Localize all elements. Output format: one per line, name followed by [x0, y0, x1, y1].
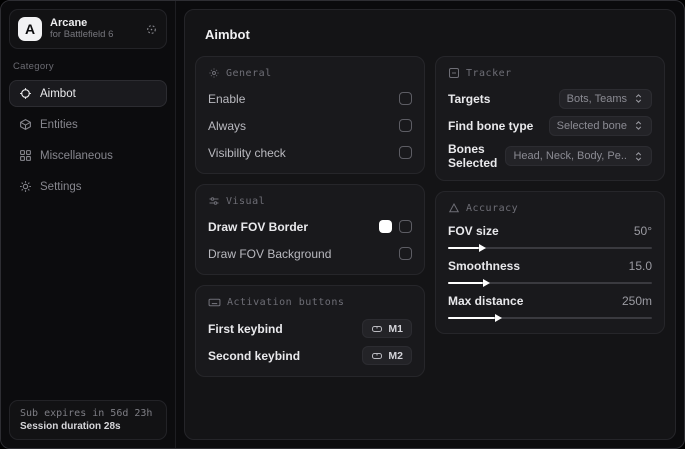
setting-row-enable: Enable — [208, 88, 412, 109]
subscription-card: Sub expires in 56d 23h Session duration … — [9, 400, 167, 440]
sidebar-item-entities[interactable]: Entities — [9, 111, 167, 138]
setting-row-fov-background: Draw FOV Background — [208, 243, 412, 264]
setting-row-second-keybind: Second keybind M2 — [208, 345, 412, 366]
setting-label: Draw FOV Background — [208, 246, 332, 261]
chevrons-up-down-icon — [633, 120, 644, 131]
setting-label: Visibility check — [208, 145, 286, 160]
page-title: Aimbot — [205, 27, 250, 42]
keybind-value: M2 — [388, 349, 403, 362]
app-subtitle: for Battlefield 6 — [50, 28, 114, 40]
find-bone-type-select[interactable]: Selected bone — [548, 115, 652, 136]
fov-background-checkbox[interactable] — [399, 247, 412, 260]
select-value: Bots, Teams — [566, 92, 627, 105]
setting-label: First keybind — [208, 321, 283, 336]
setting-label: Second keybind — [208, 348, 301, 363]
triangle-icon — [448, 202, 460, 214]
second-keybind-button[interactable]: M2 — [362, 346, 412, 365]
entities-icon — [19, 118, 32, 131]
sliders-icon — [208, 195, 220, 207]
accuracy-header: Accuracy — [466, 202, 519, 214]
activation-card: Activation buttons First keybind M1 Seco… — [195, 285, 425, 377]
visual-card: Visual Draw FOV Border Draw FOV Backgrou… — [195, 184, 425, 275]
app-logo: A — [18, 17, 42, 41]
grid-icon — [19, 149, 32, 162]
visual-header: Visual — [226, 195, 266, 207]
sub-expiry-text: Sub expires in 56d 23h — [20, 408, 153, 419]
general-header: General — [226, 67, 272, 79]
setting-label: Bones Selected — [448, 142, 498, 170]
sync-icon[interactable] — [145, 23, 158, 36]
targets-select[interactable]: Bots, Teams — [558, 88, 652, 109]
first-keybind-button[interactable]: M1 — [362, 319, 412, 338]
category-label: Category — [13, 61, 54, 72]
setting-row-always: Always — [208, 115, 412, 136]
always-checkbox[interactable] — [399, 119, 412, 132]
sidebar-item-miscellaneous[interactable]: Miscellaneous — [9, 142, 167, 169]
slider-thumb[interactable] — [494, 314, 502, 322]
main-panel: Aimbot General Enable Always Visibility … — [184, 9, 676, 440]
tracker-header: Tracker — [466, 67, 512, 79]
left-column: General Enable Always Visibility check V… — [195, 56, 425, 377]
app-window: A Arcane for Battlefield 6 Category Aimb… — [0, 0, 685, 449]
keybind-value: M1 — [388, 322, 403, 335]
session-duration-text: Session duration 28s — [20, 421, 121, 432]
accuracy-card: Accuracy FOV size 50° Smoothness 15.0 Ma… — [435, 191, 665, 334]
smoothness-slider[interactable] — [448, 279, 652, 287]
sidebar-item-label: Miscellaneous — [40, 149, 113, 162]
activation-header: Activation buttons — [227, 297, 345, 308]
sidebar: A Arcane for Battlefield 6 Category Aimb… — [1, 1, 176, 448]
fov-border-color-swatch[interactable] — [379, 220, 392, 233]
slider-thumb[interactable] — [482, 279, 490, 287]
max-distance-value: 250m — [621, 294, 652, 308]
setting-label: Enable — [208, 91, 246, 106]
sidebar-nav: Aimbot Entities Miscellaneous Settings — [9, 80, 167, 200]
setting-label: Find bone type — [448, 118, 534, 133]
app-name: Arcane — [50, 17, 88, 30]
setting-row-visibility-check: Visibility check — [208, 142, 412, 163]
general-icon — [208, 67, 220, 79]
select-value: Selected bone — [556, 119, 627, 132]
slider-thumb[interactable] — [478, 244, 486, 252]
fov-size-slider[interactable] — [448, 244, 652, 252]
gear-icon — [19, 180, 32, 193]
crosshair-icon — [19, 87, 32, 100]
brand-card: A Arcane for Battlefield 6 — [9, 9, 167, 49]
general-card: General Enable Always Visibility check — [195, 56, 425, 174]
setting-label: Max distance — [448, 294, 524, 308]
keyboard-icon — [208, 296, 221, 309]
mouse-icon — [371, 323, 383, 335]
tracker-card: Tracker Targets Bots, Teams Find bone ty… — [435, 56, 665, 181]
setting-label: Smoothness — [448, 259, 521, 273]
right-column: Tracker Targets Bots, Teams Find bone ty… — [435, 56, 665, 377]
setting-row-max-distance: Max distance 250m — [448, 294, 652, 322]
setting-row-first-keybind: First keybind M1 — [208, 318, 412, 339]
sidebar-item-settings[interactable]: Settings — [9, 173, 167, 200]
setting-row-targets: Targets Bots, Teams — [448, 88, 652, 109]
setting-row-bones-selected: Bones Selected Head, Neck, Body, Pe.. — [448, 142, 652, 170]
setting-label: Always — [208, 118, 247, 133]
setting-row-fov-border: Draw FOV Border — [208, 216, 412, 237]
sidebar-item-label: Entities — [40, 118, 78, 131]
setting-label: FOV size — [448, 224, 499, 238]
enable-checkbox[interactable] — [399, 92, 412, 105]
sidebar-item-aimbot[interactable]: Aimbot — [9, 80, 167, 107]
bones-selected-select[interactable]: Head, Neck, Body, Pe.. — [505, 146, 652, 166]
select-value: Head, Neck, Body, Pe.. — [513, 150, 627, 162]
fov-size-value: 50° — [633, 224, 652, 238]
fov-border-checkbox[interactable] — [399, 220, 412, 233]
setting-label: Targets — [448, 91, 491, 106]
setting-row-fov-size: FOV size 50° — [448, 224, 652, 252]
chevrons-up-down-icon — [633, 93, 644, 104]
max-distance-slider[interactable] — [448, 314, 652, 322]
square-minus-icon — [448, 67, 460, 79]
setting-row-smoothness: Smoothness 15.0 — [448, 259, 652, 287]
sidebar-item-label: Settings — [40, 180, 82, 193]
visibility-check-checkbox[interactable] — [399, 146, 412, 159]
sidebar-item-label: Aimbot — [40, 87, 76, 100]
mouse-icon — [371, 350, 383, 362]
smoothness-value: 15.0 — [628, 259, 652, 273]
setting-row-find-bone-type: Find bone type Selected bone — [448, 115, 652, 136]
chevrons-up-down-icon — [633, 151, 644, 162]
setting-label: Draw FOV Border — [208, 219, 309, 234]
